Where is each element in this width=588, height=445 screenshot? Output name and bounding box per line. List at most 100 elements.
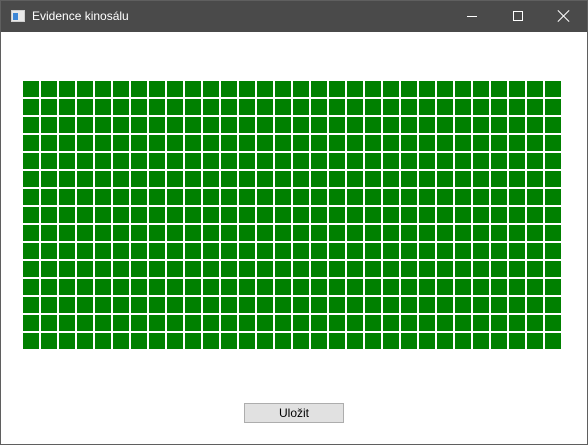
seat[interactable] — [167, 225, 183, 241]
seat[interactable] — [509, 99, 525, 115]
seat[interactable] — [149, 189, 165, 205]
seat[interactable] — [545, 315, 561, 331]
maximize-button[interactable] — [495, 1, 541, 32]
seat[interactable] — [545, 81, 561, 97]
seat[interactable] — [347, 207, 363, 223]
seat[interactable] — [221, 333, 237, 349]
seat[interactable] — [293, 243, 309, 259]
seat[interactable] — [239, 81, 255, 97]
seat[interactable] — [77, 135, 93, 151]
seat[interactable] — [293, 153, 309, 169]
seat[interactable] — [473, 297, 489, 313]
seat[interactable] — [23, 171, 39, 187]
seat[interactable] — [95, 189, 111, 205]
seat[interactable] — [455, 261, 471, 277]
seat[interactable] — [149, 171, 165, 187]
seat[interactable] — [329, 225, 345, 241]
seat[interactable] — [311, 81, 327, 97]
seat[interactable] — [401, 171, 417, 187]
seat[interactable] — [437, 279, 453, 295]
seat[interactable] — [455, 189, 471, 205]
seat[interactable] — [455, 207, 471, 223]
seat[interactable] — [59, 315, 75, 331]
seat[interactable] — [77, 315, 93, 331]
seat[interactable] — [221, 243, 237, 259]
seat[interactable] — [275, 81, 291, 97]
seat[interactable] — [221, 81, 237, 97]
seat[interactable] — [185, 117, 201, 133]
seat[interactable] — [41, 315, 57, 331]
seat[interactable] — [527, 171, 543, 187]
seat[interactable] — [113, 315, 129, 331]
seat[interactable] — [221, 135, 237, 151]
seat[interactable] — [113, 153, 129, 169]
seat[interactable] — [275, 117, 291, 133]
seat[interactable] — [167, 153, 183, 169]
seat[interactable] — [95, 261, 111, 277]
seat[interactable] — [59, 117, 75, 133]
seat[interactable] — [545, 261, 561, 277]
seat[interactable] — [185, 315, 201, 331]
seat[interactable] — [131, 81, 147, 97]
seat[interactable] — [401, 297, 417, 313]
seat[interactable] — [509, 297, 525, 313]
seat[interactable] — [545, 279, 561, 295]
seat[interactable] — [95, 153, 111, 169]
seat[interactable] — [131, 333, 147, 349]
seat[interactable] — [347, 225, 363, 241]
seat[interactable] — [545, 225, 561, 241]
seat[interactable] — [149, 225, 165, 241]
seat[interactable] — [329, 171, 345, 187]
seat[interactable] — [365, 333, 381, 349]
seat[interactable] — [527, 261, 543, 277]
seat[interactable] — [455, 279, 471, 295]
seat[interactable] — [257, 279, 273, 295]
seat[interactable] — [203, 279, 219, 295]
seat[interactable] — [401, 81, 417, 97]
seat[interactable] — [545, 171, 561, 187]
seat[interactable] — [347, 297, 363, 313]
seat[interactable] — [59, 333, 75, 349]
seat[interactable] — [131, 297, 147, 313]
seat[interactable] — [221, 99, 237, 115]
seat[interactable] — [77, 153, 93, 169]
seat[interactable] — [509, 207, 525, 223]
seat[interactable] — [383, 117, 399, 133]
seat[interactable] — [221, 207, 237, 223]
seat[interactable] — [437, 261, 453, 277]
seat[interactable] — [383, 135, 399, 151]
seat[interactable] — [437, 81, 453, 97]
seat[interactable] — [293, 297, 309, 313]
seat[interactable] — [509, 81, 525, 97]
seat[interactable] — [113, 279, 129, 295]
seat[interactable] — [149, 261, 165, 277]
seat[interactable] — [419, 171, 435, 187]
seat[interactable] — [239, 297, 255, 313]
seat[interactable] — [347, 261, 363, 277]
seat[interactable] — [95, 279, 111, 295]
seat[interactable] — [203, 207, 219, 223]
seat[interactable] — [257, 153, 273, 169]
seat[interactable] — [221, 117, 237, 133]
seat[interactable] — [509, 333, 525, 349]
seat[interactable] — [473, 99, 489, 115]
seat[interactable] — [437, 135, 453, 151]
seat[interactable] — [23, 207, 39, 223]
seat[interactable] — [257, 225, 273, 241]
seat[interactable] — [401, 153, 417, 169]
seat[interactable] — [329, 333, 345, 349]
seat[interactable] — [491, 297, 507, 313]
seat[interactable] — [293, 279, 309, 295]
seat[interactable] — [95, 81, 111, 97]
seat[interactable] — [491, 333, 507, 349]
seat[interactable] — [59, 135, 75, 151]
seat[interactable] — [275, 135, 291, 151]
seat[interactable] — [41, 225, 57, 241]
seat[interactable] — [185, 297, 201, 313]
seat[interactable] — [473, 81, 489, 97]
seat[interactable] — [401, 207, 417, 223]
seat[interactable] — [59, 99, 75, 115]
seat[interactable] — [527, 279, 543, 295]
seat[interactable] — [167, 171, 183, 187]
seat[interactable] — [149, 135, 165, 151]
